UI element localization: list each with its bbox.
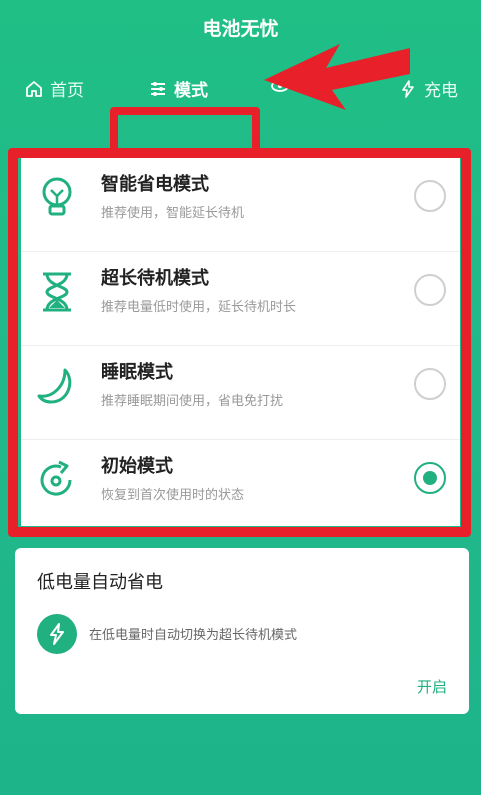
mode-radio-standby[interactable] (414, 274, 446, 306)
low-battery-desc: 在低电量时自动切换为超长待机模式 (89, 628, 298, 643)
tab-mode-label: 模式 (174, 81, 208, 101)
lightning-icon (37, 614, 77, 654)
tab-home[interactable]: 首页 (24, 76, 84, 101)
mode-radio-sleep[interactable] (414, 368, 446, 400)
mode-item-initial[interactable]: 初始模式 恢复到首次使用时的状态 (21, 440, 460, 534)
tab-charge-label: 充电 (424, 81, 458, 101)
low-battery-card: 低电量自动省电 在低电量时自动切换为超长待机模式 开启 (15, 548, 469, 714)
mode-title: 超长待机模式 (101, 268, 209, 289)
eye-icon (271, 80, 289, 92)
mode-desc: 推荐睡眠期间使用，省电免打扰 (101, 394, 284, 409)
tab-bar: 首页 模式 充电 (0, 60, 481, 197)
mode-list: 智能省电模式 推荐使用，智能延长待机 超长待机模式 推荐电量低时使用，延长待机时… (21, 158, 460, 526)
mode-title: 智能省电模式 (101, 174, 209, 195)
mode-desc: 恢复到首次使用时的状态 (101, 488, 245, 503)
home-icon (26, 80, 42, 97)
sliders-icon (151, 81, 165, 96)
app-title: 电池无忧 (202, 18, 279, 40)
tab-mode[interactable]: 模式 (148, 76, 208, 101)
moon-icon (37, 368, 72, 404)
mode-desc: 推荐电量低时使用，延长待机时长 (101, 300, 297, 315)
active-tab-indicator (128, 112, 244, 115)
tab-eye[interactable] (270, 76, 296, 96)
mode-radio-smart[interactable] (414, 180, 446, 212)
enable-button[interactable]: 开启 (417, 676, 447, 697)
reset-icon (40, 460, 72, 496)
mode-title: 初始模式 (101, 456, 173, 477)
mode-item-sleep[interactable]: 睡眠模式 推荐睡眠期间使用，省电免打扰 (21, 346, 460, 440)
mode-radio-initial[interactable] (414, 462, 446, 494)
mode-title: 睡眠模式 (101, 362, 173, 383)
tab-home-label: 首页 (50, 81, 84, 101)
lightbulb-icon (42, 177, 72, 216)
bolt-icon (402, 79, 414, 98)
mode-item-standby[interactable]: 超长待机模式 推荐电量低时使用，延长待机时长 (21, 252, 460, 346)
mode-desc: 推荐使用，智能延长待机 (101, 206, 245, 221)
tab-charge[interactable]: 充电 (398, 76, 458, 101)
mode-item-smart[interactable]: 智能省电模式 推荐使用，智能延长待机 (21, 158, 460, 252)
hourglass-icon (43, 272, 71, 312)
low-battery-title: 低电量自动省电 (37, 572, 163, 593)
